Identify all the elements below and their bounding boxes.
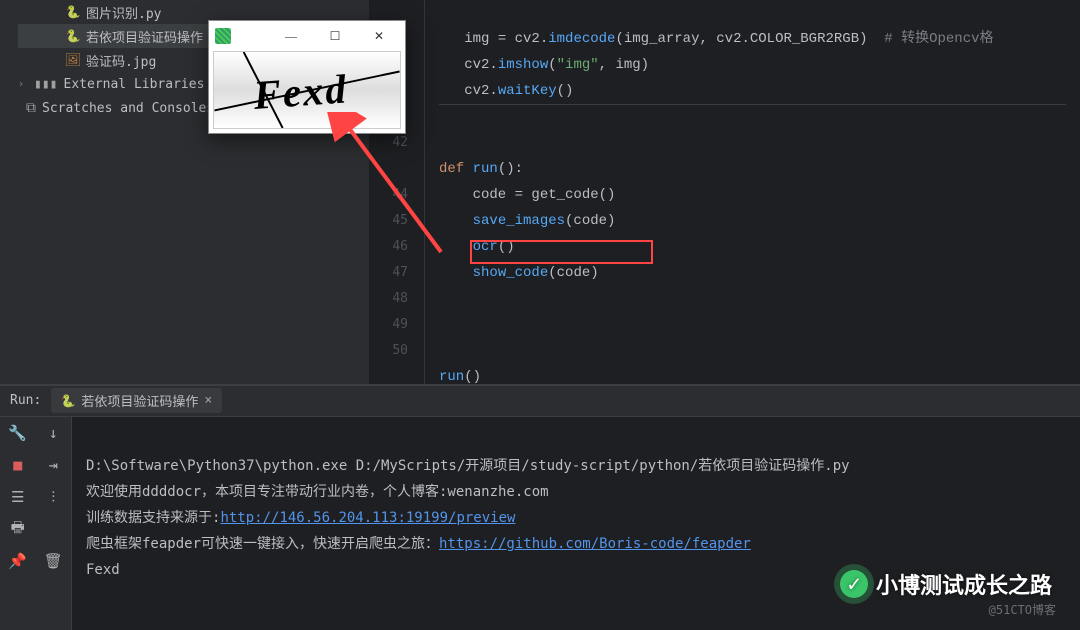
python-icon: 🐍 [66,5,80,19]
image-icon: 🖼 [66,53,80,67]
code-area[interactable]: img = cv2.imdecode(img_array, cv2.COLOR_… [425,0,1080,384]
run-toolbar: ↻ ↑ 🔧 ↓ ■ ⇥ ☰ ⫶ 🖶 📌 🗑 [0,385,72,630]
scratches-icon: ⧉ [26,100,36,116]
pin-button[interactable]: 📌 [0,545,36,577]
close-button[interactable]: ✕ [359,22,399,50]
console-line: 欢迎使用ddddocr，本项目专注带动行业内卷，个人博客:wenanzhe.co… [86,484,549,500]
tree-label: External Libraries [64,77,205,92]
close-icon[interactable]: × [204,393,212,408]
sep-button[interactable]: ⫶ [36,481,72,513]
print-button[interactable]: 🖶 [0,513,36,545]
console-link[interactable]: http://146.56.204.113:19199/preview [220,510,515,526]
line-number: 44 [370,182,424,208]
brand-watermark: ✓ 小博测试成长之路 [840,568,1052,600]
svg-text:Fexd: Fexd [251,66,349,118]
stop-button[interactable]: ■ [0,449,36,481]
tree-label: 图片识别.py [86,3,161,22]
window-titlebar[interactable]: — ☐ ✕ [209,21,405,51]
line-number: 49 [370,312,424,338]
down-button[interactable]: ↓ [36,417,72,449]
trash-button[interactable]: 🗑 [36,545,72,577]
image-preview-window[interactable]: — ☐ ✕ Fexd [208,20,406,134]
brand-text: 小博测试成长之路 [876,568,1052,600]
console-link[interactable]: https://github.com/Boris-code/feapder [439,536,751,552]
tree-label: 验证码.jpg [86,51,156,70]
line-number: 45 [370,208,424,234]
line-number: 46 [370,234,424,260]
python-icon: 🐍 [61,394,75,408]
wechat-icon: ✓ [840,570,868,598]
library-icon: ▮▮▮ [34,77,57,92]
tree-label: Scratches and Consoles [42,101,214,116]
python-icon: 🐍 [66,29,80,43]
run-tab[interactable]: 🐍 若依项目验证码操作 × [51,388,222,413]
line-number: 47 [370,260,424,286]
ide-main: 🐍 图片识别.py 🐍 若依项目验证码操作 🖼 验证码.jpg › ▮▮▮ Ex… [0,0,1080,384]
console-line: 训练数据支持来源于: [86,510,220,526]
run-label: Run: [10,393,41,408]
maximize-button[interactable]: ☐ [315,22,355,50]
captcha-image: Fexd [213,51,401,129]
console-line: 爬虫框架feapder可快速一键接入，快速开启爬虫之旅： [86,536,439,552]
window-icon [215,28,231,44]
chevron-right-icon: › [18,79,24,90]
stack-button[interactable]: ☰ [0,481,36,513]
line-number: 50 [370,338,424,364]
wrench-button[interactable]: 🔧 [0,417,36,449]
jump-button[interactable]: ⇥ [36,449,72,481]
code-editor: 42 44 45 46 47 48 49 50 img = cv2.imdeco… [370,0,1080,384]
minimize-button[interactable]: — [271,22,311,50]
tree-label: 若依项目验证码操作 [86,27,203,46]
highlight-annotation [470,240,653,264]
source-watermark: @51CTO博客 [989,601,1056,618]
divider[interactable] [0,384,1080,386]
run-tab-label: 若依项目验证码操作 [81,391,198,410]
console-line: Fexd [86,562,120,578]
line-number: 48 [370,286,424,312]
line-number [370,156,424,182]
